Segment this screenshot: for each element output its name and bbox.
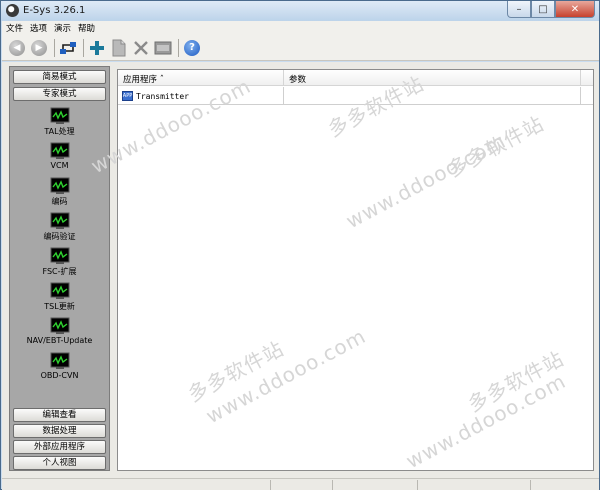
- application-icon: APP: [122, 91, 133, 101]
- sidebar: 简易模式 专家模式 TAL处理 VCM 编码 编码验证 FSC-扩展 TSL更新…: [9, 66, 110, 471]
- app-logo-icon: [6, 4, 19, 17]
- menu-options[interactable]: 选项: [26, 21, 50, 35]
- monitor-icon: [50, 107, 69, 124]
- tool-obd-cvn[interactable]: OBD-CVN: [10, 352, 109, 380]
- menu-file[interactable]: 文件: [2, 21, 26, 35]
- table-header: 应用程序 ˆ 参数: [118, 70, 593, 86]
- new-document-button[interactable]: [109, 38, 129, 58]
- title-bar[interactable]: E-Sys 3.26.1 – □ ✕: [1, 1, 599, 21]
- expert-mode-button[interactable]: 专家模式: [13, 87, 106, 101]
- status-divider: [530, 480, 531, 490]
- simple-mode-button[interactable]: 简易模式: [13, 70, 106, 84]
- edit-view-button[interactable]: 编辑查看: [13, 408, 106, 422]
- monitor-icon: [50, 142, 69, 159]
- tool-coding[interactable]: 编码: [10, 177, 109, 207]
- application-name: Transmitter: [136, 91, 189, 101]
- tool-tal-processing[interactable]: TAL处理: [10, 107, 109, 137]
- forward-button[interactable]: ▶: [29, 38, 49, 58]
- new-document-icon: [112, 39, 126, 56]
- personal-view-button[interactable]: 个人视图: [13, 456, 106, 470]
- tool-label: 编码验证: [43, 232, 76, 241]
- delete-icon: [134, 40, 148, 55]
- back-button[interactable]: ◀: [7, 38, 27, 58]
- tool-vcm[interactable]: VCM: [10, 142, 109, 170]
- menu-demo[interactable]: 演示: [50, 21, 74, 35]
- tool-label: NAV/EBT-Update: [26, 336, 93, 345]
- window-title: E-Sys 3.26.1: [23, 5, 86, 16]
- connect-icon: [60, 41, 76, 54]
- close-button[interactable]: ✕: [555, 1, 595, 18]
- add-icon: [90, 40, 104, 55]
- tool-label: VCM: [50, 161, 69, 170]
- tool-tsl-update[interactable]: TSL更新: [10, 282, 109, 312]
- app-window: E-Sys 3.26.1 – □ ✕ 文件 选项 演示 帮助 ◀ ▶ ? 简易模…: [0, 0, 600, 490]
- forward-icon: ▶: [31, 39, 47, 56]
- maximize-button[interactable]: □: [531, 1, 555, 18]
- tool-coding-verify[interactable]: 编码验证: [10, 212, 109, 242]
- data-processing-button[interactable]: 数据处理: [13, 424, 106, 438]
- column-header-parameters[interactable]: 参数: [284, 70, 581, 86]
- monitor-icon: [50, 317, 69, 334]
- properties-icon: [154, 41, 172, 54]
- tool-label: OBD-CVN: [40, 371, 79, 380]
- add-button[interactable]: [87, 38, 107, 58]
- tool-label: 编码: [51, 197, 68, 206]
- monitor-icon: [50, 247, 69, 264]
- status-divider: [332, 480, 333, 490]
- toolbar-separator: [178, 38, 179, 57]
- column-header-application[interactable]: 应用程序 ˆ: [118, 70, 284, 86]
- help-button[interactable]: ?: [182, 38, 202, 58]
- connect-button[interactable]: [58, 38, 78, 58]
- toolbar-separator: [54, 38, 55, 57]
- help-icon: ?: [184, 39, 200, 56]
- toolbar-separator: [83, 38, 84, 57]
- tool-nav-ebt-update[interactable]: NAV/EBT-Update: [10, 317, 109, 345]
- minimize-button[interactable]: –: [507, 1, 531, 18]
- tool-fsc-extension[interactable]: FSC-扩展: [10, 247, 109, 277]
- tool-label: TSL更新: [44, 302, 75, 311]
- external-apps-button[interactable]: 外部应用程序: [13, 440, 106, 454]
- table-row[interactable]: APP Transmitter: [118, 87, 593, 105]
- menu-bar: 文件 选项 演示 帮助: [2, 21, 599, 35]
- application-table: 应用程序 ˆ 参数 APP Transmitter: [117, 69, 594, 471]
- tool-label: FSC-扩展: [42, 267, 77, 276]
- menu-help[interactable]: 帮助: [74, 21, 98, 35]
- monitor-icon: [50, 352, 69, 369]
- status-divider: [270, 480, 271, 490]
- properties-button[interactable]: [153, 38, 173, 58]
- status-divider: [417, 480, 418, 490]
- window-controls: – □ ✕: [507, 1, 595, 19]
- status-bar: [2, 478, 599, 490]
- monitor-icon: [50, 282, 69, 299]
- monitor-icon: [50, 212, 69, 229]
- back-icon: ◀: [9, 39, 25, 56]
- cell-application: APP Transmitter: [118, 87, 284, 105]
- delete-button[interactable]: [131, 38, 151, 58]
- toolbar: ◀ ▶ ?: [2, 35, 599, 61]
- tool-label: TAL处理: [44, 127, 75, 136]
- main-area: 简易模式 专家模式 TAL处理 VCM 编码 编码验证 FSC-扩展 TSL更新…: [2, 62, 599, 478]
- cell-parameters: [284, 87, 581, 105]
- monitor-icon: [50, 177, 69, 194]
